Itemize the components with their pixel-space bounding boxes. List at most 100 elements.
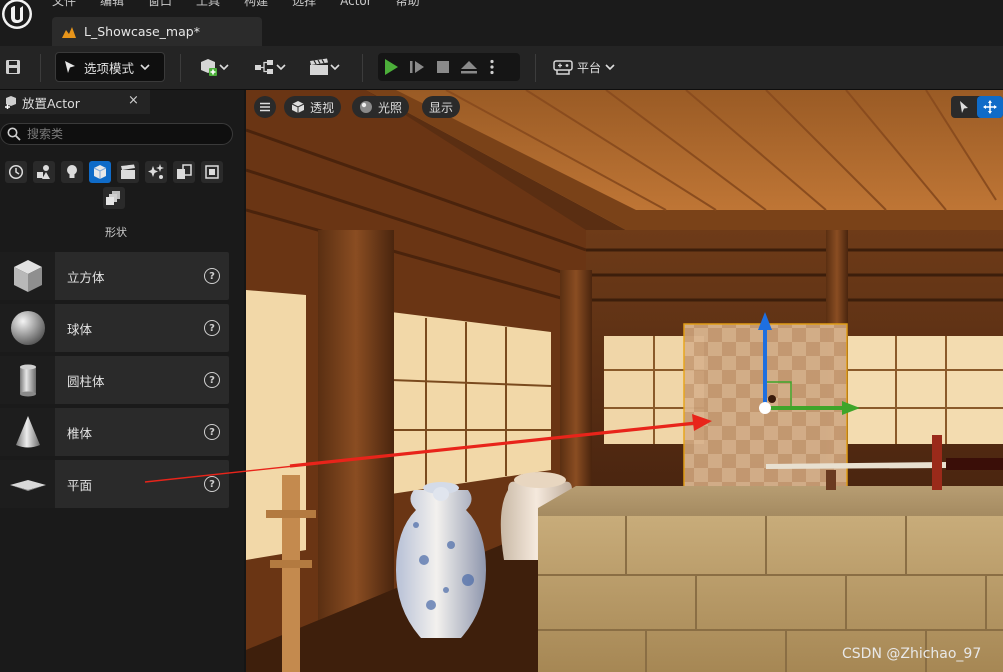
- platforms-label: 平台: [576, 60, 601, 75]
- chevron-down-icon: [276, 64, 286, 71]
- category-label: 形状: [105, 226, 127, 239]
- lighting-label: 光照: [378, 100, 403, 115]
- category-recent[interactable]: [5, 161, 27, 183]
- level-tab-label: L_Showcase_map*: [84, 24, 200, 39]
- perspective-cube-icon: [291, 101, 305, 113]
- platforms-button[interactable]: 平台: [548, 52, 620, 82]
- shape-item-cylinder[interactable]: 圆柱体 ?: [0, 356, 229, 404]
- shape-label: 球体: [67, 321, 93, 337]
- basic-actors-icon: [37, 165, 50, 179]
- menu-bar: 文件 编辑 窗口 工具 构建 选择 Actor 帮助 L_Showcase_ma…: [0, 0, 1003, 46]
- search-icon: [7, 127, 21, 141]
- stop-button[interactable]: [430, 53, 456, 81]
- advance-frame-button[interactable]: [404, 53, 430, 81]
- category-cinematic[interactable]: [117, 161, 139, 183]
- save-button[interactable]: [2, 52, 24, 82]
- select-mode-icon: [65, 61, 75, 73]
- shape-item-sphere[interactable]: 球体 ?: [0, 304, 229, 352]
- menu-window[interactable]: 窗口: [136, 0, 184, 8]
- menu-build[interactable]: 构建: [232, 0, 280, 8]
- sphere-icon: [0, 304, 55, 352]
- shape-label: 圆柱体: [67, 373, 105, 389]
- stacked-cubes-icon: [106, 191, 120, 205]
- plane-icon: [0, 460, 55, 508]
- menu-select[interactable]: 选择: [280, 0, 328, 8]
- level-tab[interactable]: L_Showcase_map*: [52, 17, 262, 46]
- cinematics-button[interactable]: [304, 52, 344, 82]
- chevron-down-icon: [140, 64, 150, 71]
- perspective-label: 透视: [310, 100, 335, 115]
- select-tool-button[interactable]: [951, 96, 977, 118]
- shape-label: 椎体: [67, 425, 93, 441]
- show-label: 显示: [429, 100, 454, 115]
- play-options-button[interactable]: [482, 53, 502, 81]
- category-more[interactable]: [103, 187, 125, 209]
- toolbar-divider: [180, 54, 181, 82]
- chevron-down-icon: [219, 64, 229, 71]
- unreal-logo-icon[interactable]: [0, 0, 38, 36]
- skip-icon: [410, 61, 424, 73]
- clock-icon: [8, 164, 24, 180]
- save-icon: [6, 60, 20, 74]
- play-icon: [385, 59, 398, 75]
- cone-icon: [0, 408, 55, 456]
- move-tool-button[interactable]: [977, 96, 1003, 118]
- mode-select-button[interactable]: 选项模式: [55, 52, 165, 82]
- move-arrows-icon: [983, 100, 997, 114]
- clapperboard-icon: [310, 58, 328, 75]
- search-box: [0, 123, 233, 145]
- place-actors-tab[interactable]: 放置Actor ×: [0, 90, 150, 114]
- category-visual-effects[interactable]: [145, 161, 167, 183]
- chevron-down-icon: [605, 64, 615, 71]
- main-toolbar: 选项模式 平台: [0, 46, 1003, 90]
- help-icon[interactable]: ?: [204, 320, 220, 336]
- add-content-button[interactable]: [193, 52, 233, 82]
- place-actor-icon: [5, 96, 16, 109]
- viewport-options-button[interactable]: [254, 96, 276, 118]
- help-icon[interactable]: ?: [204, 476, 220, 492]
- lightbulb-icon: [67, 165, 77, 178]
- menu-actor[interactable]: Actor: [328, 0, 384, 8]
- close-icon[interactable]: ×: [128, 93, 139, 108]
- gamepad-icon: [553, 60, 573, 75]
- shape-label: 立方体: [67, 269, 105, 285]
- lighting-button[interactable]: 光照: [352, 96, 410, 118]
- category-all-classes[interactable]: [201, 161, 223, 183]
- help-icon[interactable]: ?: [204, 424, 220, 440]
- sparkles-icon: [148, 164, 164, 179]
- level-viewport[interactable]: 透视 光照 显示 CSDN @Zhichao_97: [246, 90, 1003, 672]
- stop-icon: [437, 61, 449, 73]
- menu-help[interactable]: 帮助: [384, 0, 432, 8]
- category-shapes[interactable]: [89, 161, 111, 183]
- panel-title: 放置Actor: [22, 95, 80, 111]
- menu-edit[interactable]: 编辑: [88, 0, 136, 8]
- main-menu: 文件 编辑 窗口 工具 构建 选择 Actor 帮助: [40, 0, 432, 8]
- shape-item-cone[interactable]: 椎体 ?: [0, 408, 229, 456]
- shape-item-cube[interactable]: 立方体 ?: [0, 252, 229, 300]
- shape-label: 平面: [67, 477, 93, 493]
- shape-item-plane[interactable]: 平面 ?: [0, 460, 229, 508]
- eject-button[interactable]: [456, 53, 482, 81]
- toolbar-divider: [535, 54, 536, 82]
- eject-icon: [461, 61, 477, 74]
- perspective-button[interactable]: 透视: [284, 96, 342, 118]
- volume-icon: [177, 164, 192, 179]
- cube-icon: [93, 165, 107, 179]
- add-actor-icon: [201, 59, 217, 76]
- help-icon[interactable]: ?: [204, 268, 220, 284]
- blueprint-icon: [255, 60, 273, 74]
- menu-tools[interactable]: 工具: [184, 0, 232, 8]
- clapperboard-icon: [121, 164, 135, 179]
- blueprint-button[interactable]: [250, 52, 290, 82]
- play-button[interactable]: [378, 53, 404, 81]
- cylinder-icon: [0, 356, 55, 404]
- category-lights[interactable]: [61, 161, 83, 183]
- toolbar-divider: [362, 54, 363, 82]
- menu-file[interactable]: 文件: [40, 0, 88, 8]
- category-volumes[interactable]: [173, 161, 195, 183]
- help-icon[interactable]: ?: [204, 372, 220, 388]
- search-input[interactable]: [27, 127, 217, 141]
- category-basic[interactable]: [33, 161, 55, 183]
- show-button[interactable]: 显示: [422, 96, 461, 118]
- cursor-icon: [960, 101, 968, 113]
